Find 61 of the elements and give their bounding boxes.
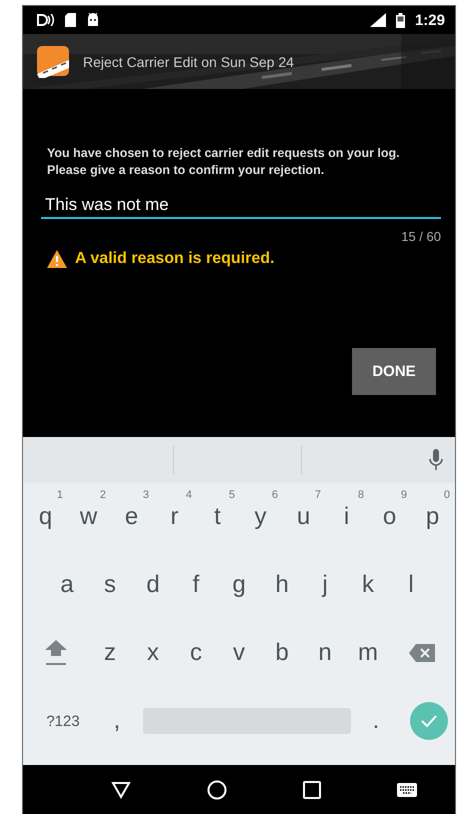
key-hint: 3 xyxy=(142,489,149,501)
keyboard-key[interactable]: w 2 xyxy=(67,487,110,547)
keyboard-key[interactable]: v xyxy=(218,623,260,683)
recents-icon[interactable] xyxy=(303,780,321,798)
checkmark-icon xyxy=(420,715,436,727)
character-counter: 15 / 60 xyxy=(401,229,441,244)
key-hint: 4 xyxy=(186,489,192,501)
key-hint: 8 xyxy=(358,489,364,501)
keyboard-key[interactable]: x xyxy=(132,623,174,683)
app-bar-title: Reject Carrier Edit on Sun Sep 24 xyxy=(83,54,294,70)
keyboard-key[interactable]: f xyxy=(174,555,218,615)
keyboard-key[interactable]: j xyxy=(304,555,346,615)
keyboard-key[interactable]: h xyxy=(260,555,304,615)
signal-icon xyxy=(370,13,386,27)
keyboard-key[interactable]: c xyxy=(174,623,218,683)
keyboard-key[interactable]: g xyxy=(218,555,260,615)
nfc-icon xyxy=(37,14,55,26)
comma-key[interactable]: , xyxy=(96,691,138,751)
status-time: 1:29 xyxy=(414,12,445,28)
keyboard-key[interactable]: y 6 xyxy=(239,487,282,547)
shift-icon xyxy=(45,640,67,666)
keyboard-key[interactable]: t 5 xyxy=(196,487,239,547)
period-key[interactable]: . xyxy=(354,691,398,751)
microphone-icon[interactable] xyxy=(429,449,443,471)
key-hint: 6 xyxy=(272,489,278,501)
keyboard-key[interactable]: r 4 xyxy=(153,487,196,547)
warning-icon xyxy=(47,250,67,268)
keyboard-key[interactable]: z xyxy=(88,623,132,683)
keyboard-key[interactable]: e 3 xyxy=(110,487,153,547)
keyboard-key[interactable]: o 9 xyxy=(368,487,411,547)
keyboard-key[interactable]: m xyxy=(346,623,390,683)
keyboard-key[interactable]: k xyxy=(346,555,390,615)
keyboard-key[interactable]: s xyxy=(88,555,132,615)
error-message: A valid reason is required. xyxy=(75,250,274,268)
keyboard-key[interactable]: d xyxy=(132,555,174,615)
key-hint: 5 xyxy=(228,489,235,501)
keyboard-key[interactable]: a xyxy=(46,555,88,615)
logo-icon xyxy=(35,44,71,80)
keyboard-key[interactable]: n xyxy=(304,623,346,683)
message-text: You have chosen to reject carrier edit requests on your log. Please give a reason to confirm your rejection. xyxy=(47,145,401,179)
reason-field[interactable]: This was not me xyxy=(41,195,441,219)
home-icon[interactable] xyxy=(207,780,227,800)
backspace-icon xyxy=(409,644,435,662)
keyboard-key[interactable]: u 7 xyxy=(282,487,325,547)
sd-card-icon xyxy=(65,13,76,27)
keyboard-key[interactable]: i 8 xyxy=(325,487,368,547)
keyboard-key[interactable]: q 1 xyxy=(24,487,67,547)
key-hint: 9 xyxy=(400,489,407,501)
key-hint: 7 xyxy=(314,489,321,501)
keyboard-key[interactable]: b xyxy=(260,623,304,683)
key-hint: 0 xyxy=(444,489,450,501)
keyboard-key[interactable]: l xyxy=(390,555,432,615)
key-hint: 2 xyxy=(100,489,106,501)
symbols-key[interactable]: ?123 xyxy=(30,691,96,751)
battery-icon xyxy=(396,12,405,28)
done-button[interactable]: DONE xyxy=(352,348,436,395)
back-icon[interactable] xyxy=(111,780,131,798)
keyboard-icon[interactable] xyxy=(397,782,417,796)
key-hint: 1 xyxy=(56,489,63,501)
android-icon xyxy=(86,13,100,27)
keyboard-key[interactable]: p 0 xyxy=(411,487,454,547)
